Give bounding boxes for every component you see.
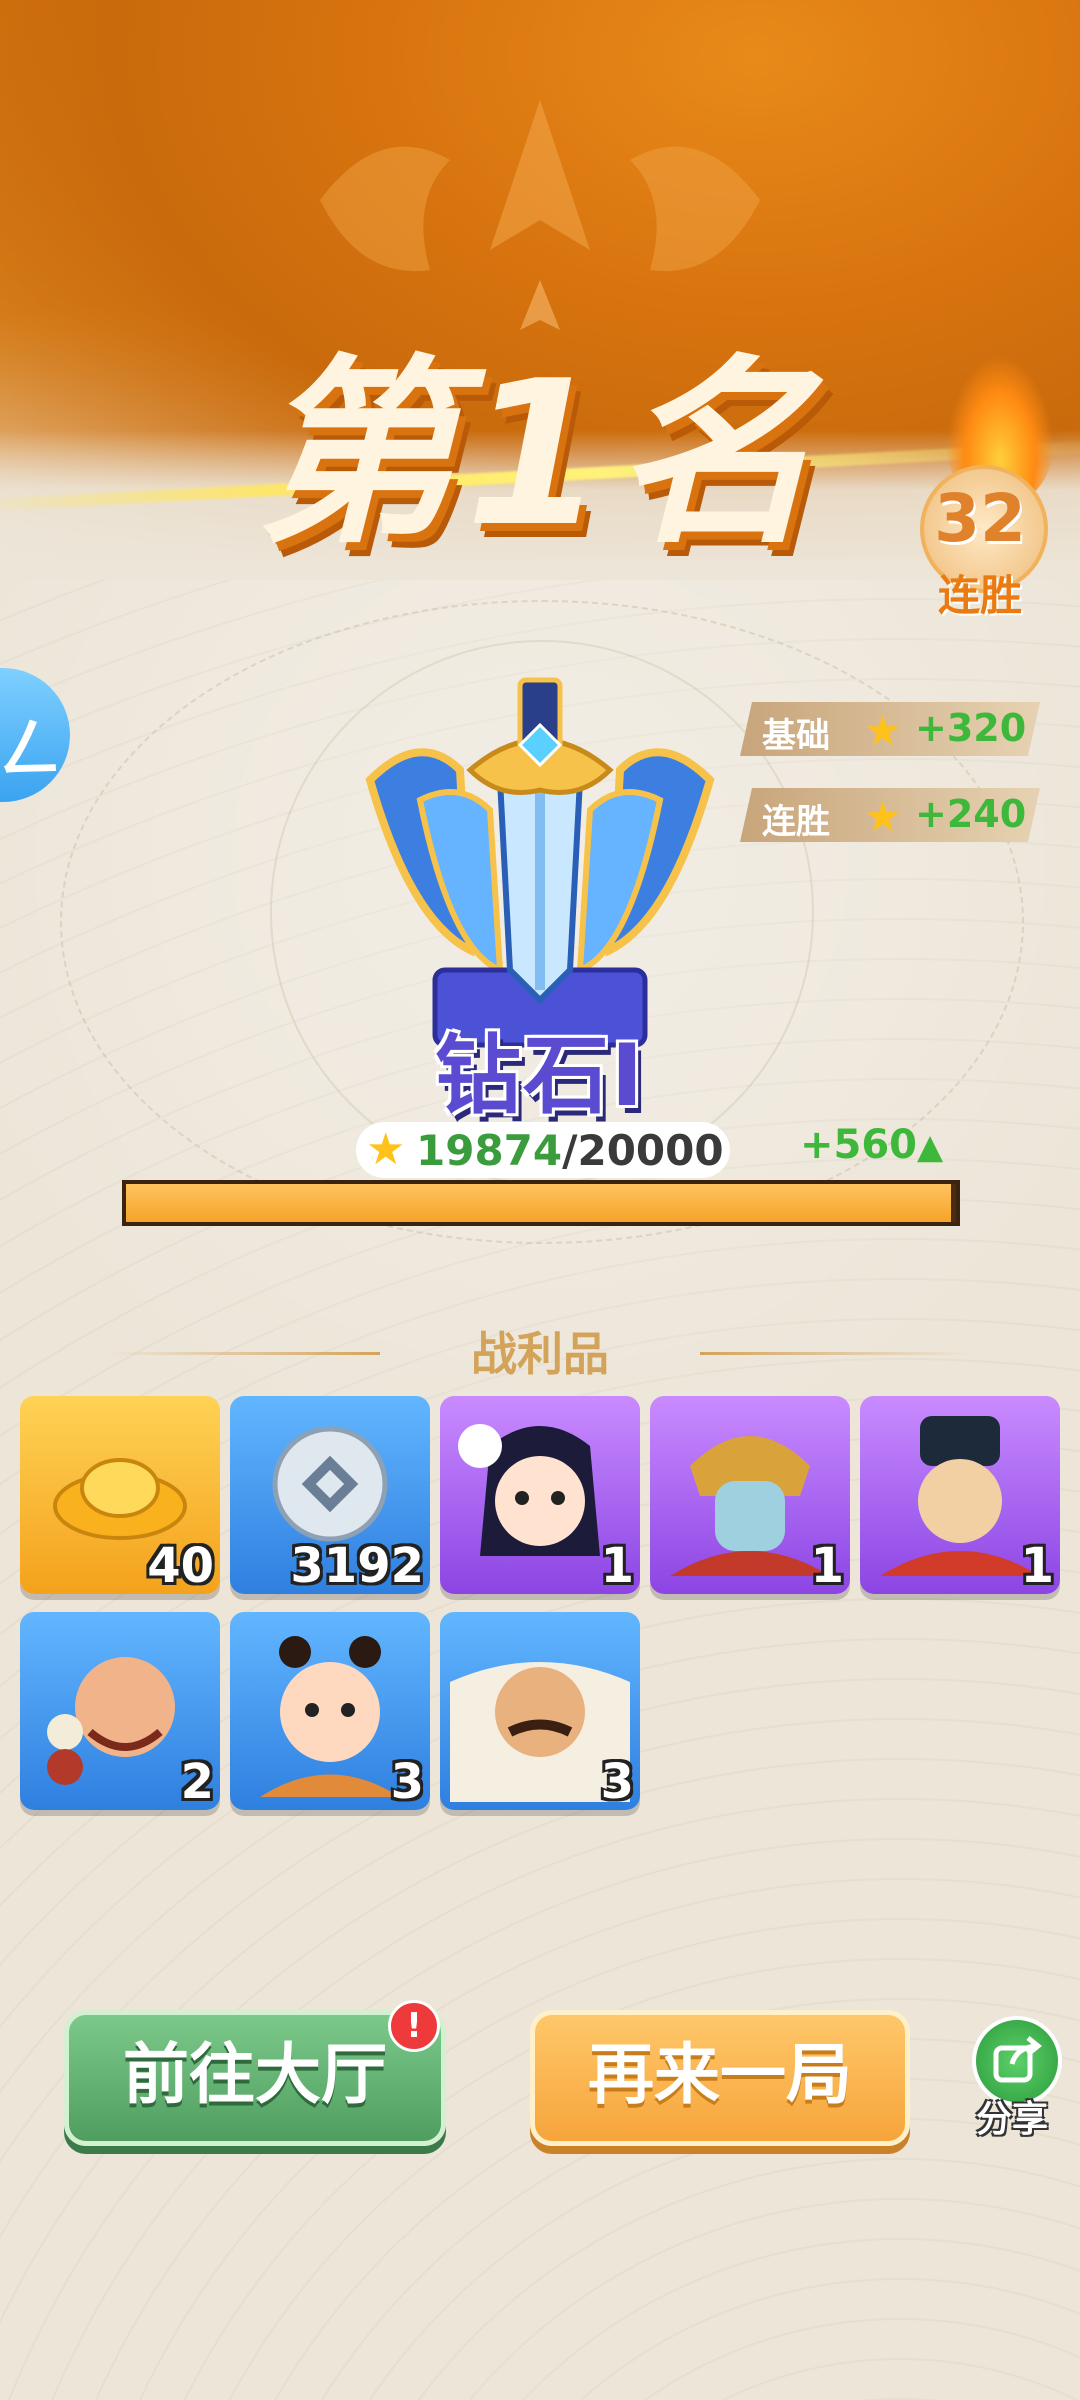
go-to-lobby-label: 前往大厅 (123, 2036, 387, 2113)
loot-title: 战利品 (471, 1327, 609, 1381)
silver-coin-icon (272, 1426, 388, 1542)
score-gain-value: +560 (800, 1122, 918, 1168)
star-icon: ★ (864, 792, 902, 841)
rank-score-pill: ★ 19874/20000 (356, 1122, 730, 1178)
bonus-row-base: 基础 ★ +320 (740, 702, 1040, 756)
win-streak-badge: 32 连胜 (905, 355, 1055, 620)
star-icon: ★ (366, 1124, 406, 1175)
score-text: 19874/20000 (416, 1126, 724, 1175)
notification-alert-icon: ! (388, 2000, 440, 2052)
loot-count: 1 (1020, 1538, 1054, 1594)
up-arrow-icon: ▲ (917, 1127, 944, 1167)
loot-count: 1 (600, 1538, 634, 1594)
win-streak-label: 连胜 (937, 571, 1022, 620)
play-again-button[interactable]: 再来一局 (530, 2010, 910, 2146)
loot-count: 2 (180, 1754, 214, 1810)
loot-item-hero-warrior[interactable]: 3 (440, 1612, 640, 1810)
loot-item-silver-coin[interactable]: 3192 (230, 1396, 430, 1594)
loot-item-hero-general[interactable]: 1 (650, 1396, 850, 1594)
score-current: 19874 (416, 1126, 563, 1175)
play-again-label: 再来一局 (588, 2036, 852, 2113)
gold-ingot-icon (53, 1458, 187, 1540)
loot-count: 3 (390, 1754, 424, 1810)
loot-count: 1 (810, 1538, 844, 1594)
share-label[interactable]: 分享 (956, 2090, 1068, 2142)
bonus-value: +320 (915, 706, 1027, 750)
score-separator: / (562, 1126, 578, 1175)
win-streak-count: 32 (934, 480, 1026, 557)
bonus-value: +240 (915, 792, 1027, 836)
bonus-label: 基础 (762, 716, 830, 756)
loot-item-hero-monk[interactable]: 2 (20, 1612, 220, 1810)
loot-item-gold-ingot[interactable]: 40 (20, 1396, 220, 1594)
loot-count: 40 (147, 1538, 214, 1594)
loot-count: 3 (600, 1754, 634, 1810)
rank-progress-fill (126, 1184, 951, 1222)
score-gain: +560▲ (800, 1122, 943, 1168)
loot-item-hero-girl[interactable]: 1 (440, 1396, 640, 1594)
score-total: 20000 (577, 1126, 724, 1175)
loot-item-hero-child[interactable]: 3 (230, 1612, 430, 1810)
share-icon (993, 2036, 1043, 2083)
rank-progress-bar (122, 1180, 960, 1226)
loot-count: 3192 (290, 1538, 424, 1594)
star-icon: ★ (864, 706, 902, 755)
side-tab-icon: ㄥ (0, 713, 62, 787)
loot-item-hero-official[interactable]: 1 (860, 1396, 1060, 1594)
rank-tier-name: 钻石Ⅰ (435, 1026, 645, 1126)
bonus-row-streak: 连胜 ★ +240 (740, 788, 1040, 842)
placement-title: 第1名 (255, 338, 825, 571)
bonus-label: 连胜 (762, 802, 830, 842)
